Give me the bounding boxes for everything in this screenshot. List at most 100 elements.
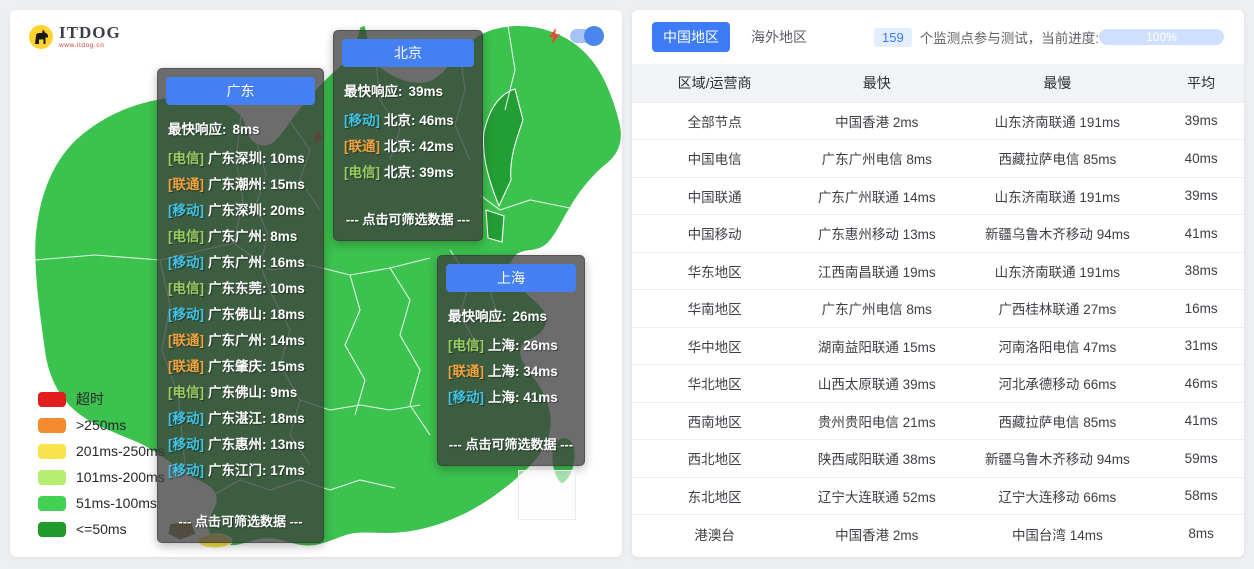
cell-average: 46ms [1158,365,1244,403]
brand-name: ITDOG [59,24,121,41]
isp-label: [电信] [448,334,484,354]
monitor-progress-text: 个监测点参与测试，当前进度: [920,27,1099,47]
tooltip-rows: [电信]广东深圳: 10ms[联通]广东潮州: 15ms[移动]广东深圳: 20… [168,144,313,482]
progress-label: 100% [1099,29,1224,45]
tooltip-latency-row[interactable]: [电信]上海: 26ms [448,331,574,357]
table-row[interactable]: 东北地区辽宁大连联通 52ms辽宁大连移动 66ms58ms [632,477,1244,515]
latency-text: 广东广州: 8ms [208,225,297,245]
cell-region: 华中地区 [632,327,797,365]
cell-region: 中国移动 [632,215,797,253]
tooltip-latency-row[interactable]: [移动]上海: 41ms [448,383,574,409]
toggle-knob [584,26,604,46]
tooltip-latency-row[interactable]: [联通]上海: 34ms [448,357,574,383]
tooltip-footer[interactable]: --- 点击可筛选数据 --- [166,505,315,534]
tooltip-latency-row[interactable]: [移动]广东湛江: 18ms [168,404,313,430]
col-header-slowest[interactable]: 最慢 [956,64,1158,102]
latency-text: 北京: 42ms [384,135,454,155]
table-header-row: 区域/运营商 最快 最慢 平均 [632,64,1244,102]
cell-fastest: 陕西咸阳联通 38ms [797,440,956,478]
isp-label: [联通] [168,355,204,375]
tooltip-latency-row[interactable]: [电信]广东广州: 8ms [168,222,313,248]
cell-region: 西南地区 [632,402,797,440]
tab-overseas-region[interactable]: 海外地区 [740,22,818,52]
latency-text: 广东佛山: 18ms [208,303,305,323]
tooltip-latency-row[interactable]: [联通]广东肇庆: 15ms [168,352,313,378]
latency-text: 广东肇庆: 15ms [208,355,305,375]
latency-text: 广东惠州: 13ms [208,433,305,453]
legend-label: >250ms [76,417,126,433]
tooltip-footer[interactable]: --- 点击可筛选数据 --- [446,428,576,457]
tooltip-latency-row[interactable]: [电信]广东深圳: 10ms [168,144,313,170]
table-row[interactable]: 港澳台中国香港 2ms中国台湾 14ms8ms [632,515,1244,553]
cell-average: 41ms [1158,215,1244,253]
tooltip-latency-row[interactable]: [电信]广东东莞: 10ms [168,274,313,300]
tooltip-latency-row[interactable]: [联通]广东潮州: 15ms [168,170,313,196]
cell-fastest: 辽宁大连联通 52ms [797,477,956,515]
tooltip-latency-row[interactable]: [移动]广东江门: 17ms [168,456,313,482]
tooltip-latency-row[interactable]: [电信]北京: 39ms [344,158,472,184]
cell-fastest: 贵州贵阳电信 21ms [797,402,956,440]
tooltip-latency-row[interactable]: [移动]广东佛山: 18ms [168,300,313,326]
latency-text: 广东佛山: 9ms [208,381,297,401]
table-row[interactable]: 华中地区湖南益阳联通 15ms河南洛阳电信 47ms31ms [632,327,1244,365]
cell-fastest: 山西太原联通 39ms [797,365,956,403]
table-body: 全部节点中国香港 2ms山东济南联通 191ms39ms中国电信广东广州电信 8… [632,102,1244,552]
cell-slowest: 辽宁大连移动 66ms [956,477,1158,515]
legend-swatch [38,392,66,407]
col-header-average[interactable]: 平均 [1158,64,1244,102]
table-row[interactable]: 中国电信广东广州电信 8ms西藏拉萨电信 85ms40ms [632,140,1244,178]
tooltip-fastest: 最快响应:39ms [344,80,472,100]
map-toolbar [549,28,602,44]
tooltip-footer[interactable]: --- 点击可筛选数据 --- [342,203,474,232]
table-row[interactable]: 西南地区贵州贵阳电信 21ms西藏拉萨电信 85ms41ms [632,402,1244,440]
col-header-region[interactable]: 区域/运营商 [632,64,797,102]
province-dark-region[interactable] [486,210,504,242]
legend-label: 超时 [76,389,104,409]
tooltip-latency-row[interactable]: [移动]广东惠州: 13ms [168,430,313,456]
brand-url: www.itdog.cn [59,43,121,50]
table-row[interactable]: 华南地区广东广州电信 8ms广西桂林联通 27ms16ms [632,290,1244,328]
results-card: 中国地区 海外地区 159 个监测点参与测试，当前进度: 100% 区域/运营商… [632,10,1244,557]
latency-text: 北京: 46ms [384,109,454,129]
tab-china-region[interactable]: 中国地区 [652,22,730,52]
legend-item: 101ms-200ms [38,464,165,490]
latency-text: 广东潮州: 15ms [208,173,305,193]
tooltip-latency-row[interactable]: [移动]广东广州: 16ms [168,248,313,274]
itdog-logo[interactable]: ITDOG www.itdog.cn [28,24,121,50]
tooltip-city-header[interactable]: 广东 [166,77,315,105]
cell-slowest: 西藏拉萨电信 85ms [956,140,1158,178]
cell-region: 华北地区 [632,365,797,403]
monitor-count-badge: 159 [874,28,912,47]
cell-average: 16ms [1158,290,1244,328]
table-row[interactable]: 西北地区陕西咸阳联通 38ms新疆乌鲁木齐移动 94ms59ms [632,440,1244,478]
latency-text: 广东深圳: 10ms [208,147,305,167]
tooltip-latency-row[interactable]: [联通]广东广州: 14ms [168,326,313,352]
col-header-fastest[interactable]: 最快 [797,64,956,102]
tooltip-city-header[interactable]: 北京 [342,39,474,67]
table-row[interactable]: 全部节点中国香港 2ms山东济南联通 191ms39ms [632,102,1244,140]
table-row[interactable]: 华北地区山西太原联通 39ms河北承德移动 66ms46ms [632,365,1244,403]
tooltip-latency-row[interactable]: [电信]广东佛山: 9ms [168,378,313,404]
table-row[interactable]: 中国移动广东惠州移动 13ms新疆乌鲁木齐移动 94ms41ms [632,215,1244,253]
legend-swatch [38,522,66,537]
tooltip-latency-row[interactable]: [联通]北京: 42ms [344,132,472,158]
tooltip-latency-row[interactable]: [移动]广东深圳: 20ms [168,196,313,222]
fastest-label: 最快响应: [448,309,507,324]
table-row[interactable]: 中国联通广东广州联通 14ms山东济南联通 191ms39ms [632,177,1244,215]
isp-label: [电信] [168,147,204,167]
cell-fastest: 广东广州电信 8ms [797,290,956,328]
tooltip-city-header[interactable]: 上海 [446,264,576,292]
map-mode-toggle[interactable] [570,29,602,43]
isp-label: [移动] [168,407,204,427]
cell-slowest: 西藏拉萨电信 85ms [956,402,1158,440]
tooltip-latency-row[interactable]: [移动]北京: 46ms [344,106,472,132]
legend-item: >250ms [38,412,165,438]
cell-slowest: 山东济南联通 191ms [956,252,1158,290]
table-row[interactable]: 华东地区江西南昌联通 19ms山东济南联通 191ms38ms [632,252,1244,290]
cell-average: 58ms [1158,477,1244,515]
map-tooltip-beijing: 北京 最快响应:39ms [移动]北京: 46ms[联通]北京: 42ms[电信… [333,30,483,241]
cell-fastest: 中国香港 2ms [797,102,956,140]
cell-average: 59ms [1158,440,1244,478]
itdog-dog-icon [28,24,54,50]
latency-text: 广东东莞: 10ms [208,277,305,297]
